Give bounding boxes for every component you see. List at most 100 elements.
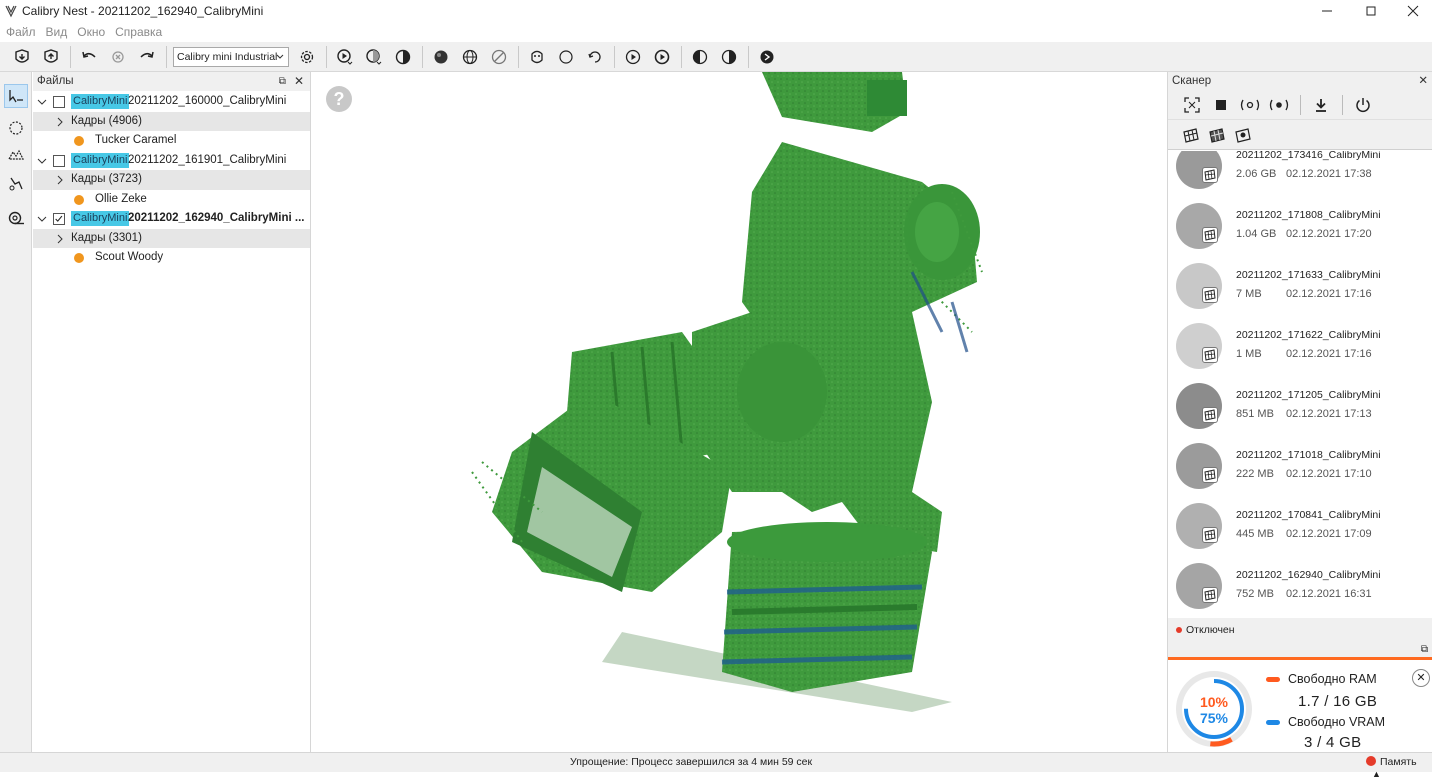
half-right-icon[interactable] <box>717 45 741 69</box>
menu-file[interactable]: Файл <box>6 22 36 42</box>
save-project-icon[interactable] <box>39 45 63 69</box>
brush-select-icon[interactable] <box>4 144 28 168</box>
process-icon[interactable] <box>362 45 386 69</box>
photo-mode-icon[interactable] <box>1230 123 1256 147</box>
person-row[interactable]: Tucker Caramel <box>33 131 310 151</box>
stop-icon[interactable] <box>1207 93 1235 117</box>
settings-gear-icon[interactable] <box>295 45 319 69</box>
maximize-button[interactable] <box>1348 0 1394 22</box>
scan-size: 445 MB <box>1236 528 1274 540</box>
chevron-down-icon[interactable] <box>37 156 47 166</box>
scan-item[interactable]: 20211202_171622_CalibryMini 1 MB 02.12.202… <box>1168 317 1432 377</box>
memory-gauge: 10% 75% <box>1176 671 1252 747</box>
measure-icon[interactable] <box>4 206 28 230</box>
power-icon[interactable] <box>1349 93 1377 117</box>
scan-name: 20211202_162940_CalibryMini <box>1236 569 1381 581</box>
3d-scan-model[interactable] <box>312 72 1166 752</box>
scan-item[interactable]: 20211202_171205_CalibryMini 851 MB 02.12.2… <box>1168 377 1432 437</box>
scanner-panel: Сканер ✕ 20211202_173416_CalibryMini 2.0… <box>1167 72 1432 752</box>
menu-view[interactable]: Вид <box>46 22 68 42</box>
group-checkbox-checked[interactable] <box>53 213 65 225</box>
ram-legend-bar <box>1266 677 1280 682</box>
cancel-icon[interactable] <box>106 45 130 69</box>
status-bar: Упрощение: Процесс завершился за 4 мин 5… <box>0 752 1432 779</box>
group-checkbox[interactable] <box>53 154 65 167</box>
lasso-icon[interactable] <box>4 116 28 140</box>
person-row[interactable]: Ollie Zeke <box>33 190 310 210</box>
scan-type-icon <box>1202 287 1218 303</box>
scan-item[interactable]: 20211202_173416_CalibryMini 2.06 GB 02.12.… <box>1168 151 1432 197</box>
scan-item[interactable]: 20211202_171633_CalibryMini 7 MB 02.12.202… <box>1168 257 1432 317</box>
scan-size: 1 MB <box>1236 348 1262 360</box>
eraser-icon[interactable] <box>4 172 28 196</box>
scanner-model-value: Calibry mini Industrial <box>177 50 278 63</box>
refresh-icon[interactable] <box>583 45 607 69</box>
record-icon[interactable] <box>1265 93 1293 117</box>
vram-legend-bar <box>1266 720 1280 725</box>
frames-row[interactable]: Кадры (3301) <box>33 228 310 248</box>
scan-size: 2.06 GB <box>1236 168 1277 180</box>
download-icon[interactable] <box>1307 93 1335 117</box>
export-icon[interactable] <box>755 45 779 69</box>
chevron-right-icon[interactable] <box>55 234 65 244</box>
device-tag: CalibryMini <box>71 152 130 168</box>
capture-frame-icon[interactable] <box>1178 93 1206 117</box>
menu-help[interactable]: Справка <box>115 22 162 42</box>
frames-row[interactable]: Кадры (3723) <box>33 170 310 190</box>
person-name: Scout Woody <box>95 251 164 263</box>
half-left-icon[interactable] <box>688 45 712 69</box>
float-panel-icon[interactable]: ⧉ <box>1421 644 1428 655</box>
circle-select-icon[interactable] <box>554 45 578 69</box>
chevron-up-icon[interactable]: ▲ <box>1372 769 1381 779</box>
person-row[interactable]: Scout Woody <box>33 248 310 268</box>
select-cursor-icon[interactable] <box>4 84 28 108</box>
file-group-row[interactable]: CalibryMini 20211202_162940_CalibryMini … <box>33 209 310 229</box>
file-group-row[interactable]: CalibryMini 20211202_160000_CalibryMini <box>33 92 310 112</box>
head-model-icon[interactable] <box>525 45 549 69</box>
scan-date: 02.12.2021 17:20 <box>1286 228 1372 240</box>
chevron-down-icon[interactable] <box>37 97 47 107</box>
file-group-row[interactable]: CalibryMini 20211202_161901_CalibryMini <box>33 150 310 170</box>
scan-name: 20211202_171808_CalibryMini <box>1236 209 1381 221</box>
group-checkbox[interactable] <box>53 96 65 108</box>
scan-date: 02.12.2021 17:16 <box>1286 288 1372 300</box>
open-project-icon[interactable] <box>10 45 34 69</box>
scan-date: 02.12.2021 16:31 <box>1286 588 1372 600</box>
chevron-right-icon[interactable] <box>55 117 65 127</box>
scanner-model-select[interactable]: Calibry mini Industrial <box>173 46 289 67</box>
close-panel-icon[interactable]: ✕ <box>1418 72 1428 91</box>
play-filled-icon[interactable] <box>650 45 674 69</box>
minimize-button[interactable] <box>1304 0 1350 22</box>
frames-label: Кадры (3723) <box>71 173 142 185</box>
checkmark-icon <box>55 215 63 222</box>
scan-item[interactable]: 20211202_162940_CalibryMini 752 MB 02.12.2… <box>1168 557 1432 617</box>
preview-icon[interactable] <box>1236 93 1264 117</box>
memory-status[interactable]: Память ▲ <box>1366 756 1432 780</box>
chevron-right-icon[interactable] <box>55 175 65 185</box>
redo-icon[interactable] <box>135 45 159 69</box>
scan-size: 222 MB <box>1236 468 1274 480</box>
solid-sphere-icon[interactable] <box>429 45 453 69</box>
status-dot <box>74 253 84 263</box>
frames-row[interactable]: Кадры (4906) <box>33 111 310 131</box>
scan-item[interactable]: 20211202_171808_CalibryMini 1.04 GB 02.12.… <box>1168 197 1432 257</box>
ram-label: Свободно RAM <box>1288 672 1377 686</box>
texture-mode-icon[interactable] <box>1204 123 1230 147</box>
grid-mode-icon[interactable] <box>1178 123 1204 147</box>
chevron-down-icon[interactable] <box>37 214 47 224</box>
close-window-button[interactable] <box>1390 0 1432 22</box>
memory-status-label: Память <box>1380 756 1417 768</box>
process-fill-icon[interactable] <box>391 45 415 69</box>
scan-item[interactable]: 20211202_170841_CalibryMini 445 MB 02.12.2… <box>1168 497 1432 557</box>
disabled-icon[interactable] <box>487 45 511 69</box>
play-scan-icon[interactable] <box>333 45 357 69</box>
play-icon[interactable] <box>621 45 645 69</box>
close-panel-icon[interactable]: ✕ <box>294 72 304 91</box>
wireframe-globe-icon[interactable] <box>458 45 482 69</box>
scan-item[interactable]: 20211202_171018_CalibryMini 222 MB 02.12.2… <box>1168 437 1432 497</box>
3d-viewport[interactable]: ? <box>312 72 1166 752</box>
float-panel-icon[interactable]: ⧉ <box>279 72 286 91</box>
undo-icon[interactable] <box>77 45 101 69</box>
close-memory-icon[interactable]: ✕ <box>1412 669 1430 687</box>
menu-window[interactable]: Окно <box>77 22 105 42</box>
